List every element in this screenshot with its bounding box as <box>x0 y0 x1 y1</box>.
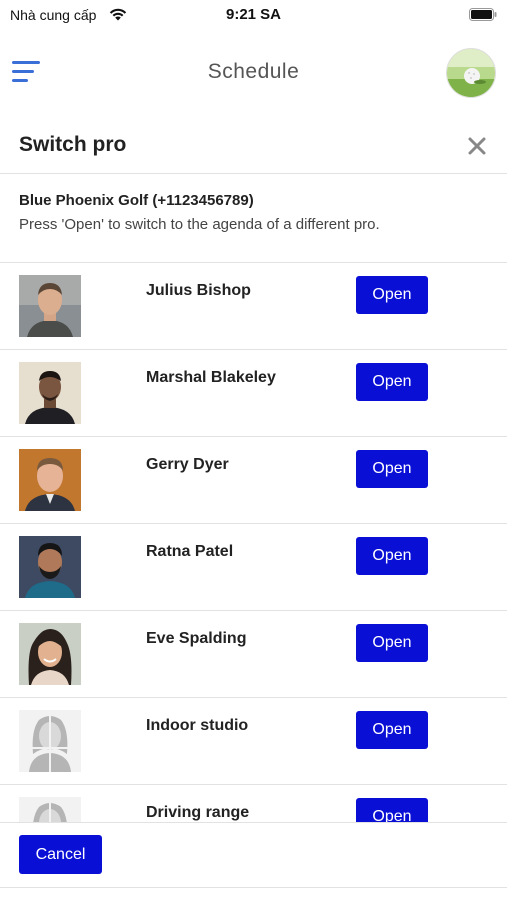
pro-name: Gerry Dyer <box>146 456 229 473</box>
golf-ball-avatar-image <box>447 49 495 97</box>
open-button[interactable]: Open <box>356 276 428 314</box>
instructions-text: Press 'Open' to switch to the agenda of … <box>19 216 380 233</box>
open-button[interactable]: Open <box>356 450 428 488</box>
pro-name: Ratna Patel <box>146 543 234 560</box>
modal-footer: Cancel <box>0 822 507 888</box>
app-header: Schedule <box>0 40 507 104</box>
pro-row: Driving range Open <box>0 785 507 822</box>
club-info: Blue Phoenix Golf (+1123456789) Press 'O… <box>0 175 507 263</box>
status-bar: Nhà cung cấp 9:21 SA <box>0 0 507 30</box>
pro-photo <box>19 536 81 598</box>
placeholder-person-icon <box>19 797 81 822</box>
open-button[interactable]: Open <box>356 798 428 822</box>
clock: 9:21 SA <box>225 6 282 23</box>
pro-name: Indoor studio <box>146 717 249 734</box>
battery-icon <box>469 8 497 21</box>
pro-row: Eve Spalding Open <box>0 611 507 698</box>
cancel-button[interactable]: Cancel <box>19 835 102 874</box>
open-button[interactable]: Open <box>356 711 428 749</box>
pro-photo <box>19 623 81 685</box>
page-title: Schedule <box>207 60 300 83</box>
club-name: Blue Phoenix Golf (+1123456789) <box>19 192 254 209</box>
pro-name: Eve Spalding <box>146 630 247 647</box>
open-button[interactable]: Open <box>356 537 428 575</box>
modal-header: Switch pro <box>0 118 507 174</box>
pro-row: Marshal Blakeley Open <box>0 350 507 437</box>
placeholder-person-icon <box>19 710 81 772</box>
avatar[interactable] <box>446 48 496 98</box>
pro-row: Gerry Dyer Open <box>0 437 507 524</box>
pro-row: Indoor studio Open <box>0 698 507 785</box>
pro-name: Julius Bishop <box>146 282 251 299</box>
pro-photo <box>19 449 81 511</box>
pro-name: Marshal Blakeley <box>146 369 276 386</box>
open-button[interactable]: Open <box>356 624 428 662</box>
pro-row: Ratna Patel Open <box>0 524 507 611</box>
pro-list[interactable]: Julius Bishop Open Marshal Blakeley Open <box>0 263 507 822</box>
pro-photo <box>19 275 81 337</box>
pro-row: Julius Bishop Open <box>0 263 507 350</box>
modal-title: Switch pro <box>19 133 127 156</box>
close-icon[interactable] <box>467 136 487 156</box>
open-button[interactable]: Open <box>356 363 428 401</box>
pro-photo <box>19 362 81 424</box>
pro-name: Driving range <box>146 804 250 821</box>
